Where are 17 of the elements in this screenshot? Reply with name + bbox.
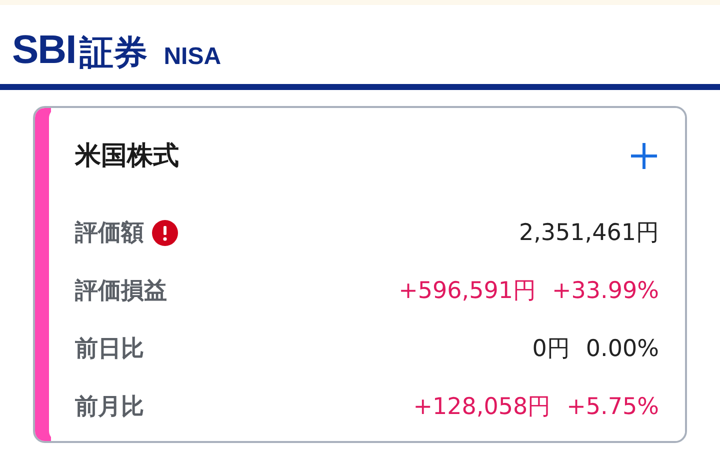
row-value: +596,591円 (398, 276, 536, 306)
nisa-label: NISA (164, 45, 222, 69)
logo-text-suffix: 証券 (80, 36, 148, 70)
row-value: +128,058円 (413, 392, 551, 422)
row-label: 前月比 (75, 392, 144, 422)
row-value: +5.75% (566, 392, 659, 422)
row-value: 0円 (532, 334, 570, 364)
row-label: 評価損益 (75, 276, 167, 306)
row-value: 0.00% (586, 334, 659, 364)
plus-icon[interactable] (629, 141, 659, 171)
card-title: 米国株式 (75, 140, 179, 172)
row-label: 前日比 (75, 334, 144, 364)
logo-text: SBI (12, 30, 76, 70)
warning-icon[interactable] (152, 220, 178, 246)
row-label: 評価額 (75, 218, 144, 248)
row-value: 2,351,461円 (518, 218, 659, 248)
row-value: +33.99% (552, 276, 659, 306)
